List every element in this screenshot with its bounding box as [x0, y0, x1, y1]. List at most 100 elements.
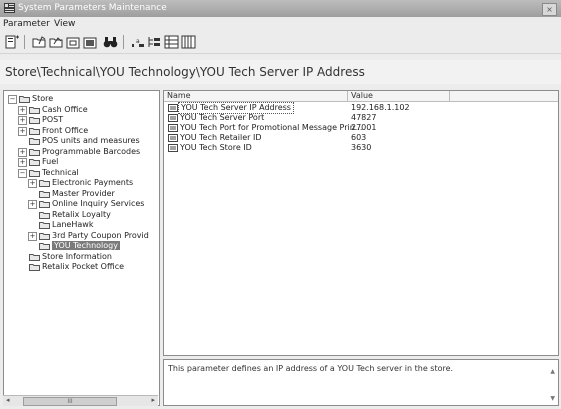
toolbar-separator [123, 35, 124, 49]
paste-icon[interactable] [83, 35, 98, 49]
folder-icon [39, 222, 50, 229]
toolbar-separator [24, 35, 25, 49]
tree-view-icon[interactable] [147, 35, 162, 49]
folder-icon [29, 117, 40, 124]
parameter-icon [168, 124, 178, 132]
parameter-name: YOU Tech Server Port [180, 113, 265, 122]
tree-item-label: Technical [42, 167, 79, 177]
open-icon[interactable] [32, 35, 47, 49]
tree-item-label: 3rd Party Coupon Provid [52, 230, 149, 240]
app-icon [4, 3, 15, 13]
tree-panel[interactable]: − Store + Cash Office + POST + Front Office POS … [3, 90, 160, 406]
expand-icon[interactable]: + [18, 147, 27, 157]
table-row[interactable]: YOU Tech Server Port 47827 [164, 113, 558, 123]
folder-icon [39, 243, 50, 250]
folder-icon [29, 264, 40, 271]
title-bar: System Parameters Maintenance × [0, 0, 561, 17]
description-panel: This parameter defines an IP address of … [163, 359, 559, 406]
parameter-value: 603 [351, 133, 367, 142]
expand-icon[interactable]: + [28, 200, 37, 209]
app-window: System Parameters Maintenance × Paramete… [0, 0, 561, 409]
expand-icon[interactable]: + [18, 105, 27, 115]
folder-icon [29, 253, 40, 261]
folder-icon [39, 201, 50, 208]
scroll-down-icon[interactable]: ▼ [550, 395, 555, 402]
tree-item-label: Programmable Barcodes [42, 146, 141, 156]
folder-icon [29, 159, 40, 166]
tree-item-label: Cash Office [42, 104, 88, 114]
scroll-up-icon[interactable]: ▲ [550, 368, 555, 375]
window-title: System Parameters Maintenance [18, 3, 167, 13]
collapse-icon[interactable]: − [8, 95, 17, 104]
scroll-thumb[interactable]: III [23, 397, 117, 406]
svg-text:a: a [136, 38, 140, 45]
breadcrumb-path: Store\Technical\YOU Technology\YOU Tech … [5, 65, 365, 79]
scroll-right-icon[interactable]: ▸ [151, 396, 155, 404]
tree-item-label: Retalix Loyalty [52, 209, 111, 219]
parameter-icon [168, 144, 178, 152]
store-icon [19, 96, 30, 103]
expand-icon[interactable]: + [18, 158, 27, 167]
tree-item-label: Front Office [42, 125, 89, 135]
table-row[interactable]: YOU Tech Retailer ID 603 [164, 133, 558, 143]
expand-icon[interactable]: + [18, 116, 27, 125]
parameter-value: 27001 [351, 123, 377, 132]
tree-item-label: Retalix Pocket Office [42, 262, 125, 271]
tree-item-label: Store [32, 94, 54, 103]
find-icon[interactable] [103, 35, 118, 49]
copy-icon[interactable] [66, 35, 81, 49]
folder-icon [29, 106, 40, 114]
parameter-name: YOU Tech Port for Promotional Message Pr… [180, 123, 363, 132]
tree-horizontal-scrollbar[interactable]: ◂ III ▸ [3, 395, 158, 406]
parameter-value: 3630 [351, 143, 372, 152]
tree-item-label: Fuel [42, 157, 59, 166]
details-view-icon[interactable] [181, 35, 196, 49]
folder-icon [39, 190, 50, 198]
sort-icon[interactable]: a [130, 35, 145, 49]
folder-icon [29, 127, 40, 135]
close-button[interactable]: × [542, 3, 557, 16]
parameter-name: YOU Tech Store ID [180, 143, 252, 152]
collapse-icon[interactable]: − [18, 168, 27, 178]
folder-icon [39, 211, 50, 219]
expand-icon[interactable]: + [28, 179, 37, 188]
parameter-list: Name Value YOU Tech Server IP Address 192… [163, 90, 559, 356]
folder-icon [29, 138, 40, 145]
description-text: This parameter defines an IP address of … [168, 364, 454, 373]
menu-view[interactable]: View [54, 19, 75, 29]
tree-item-label: Electronic Payments [52, 178, 134, 187]
scroll-left-icon[interactable]: ◂ [6, 396, 10, 404]
parameter-name: YOU Tech Server IP Address [178, 102, 294, 114]
parameter-name: YOU Tech Retailer ID [180, 133, 262, 142]
table-row[interactable]: YOU Tech Store ID 3630 [164, 143, 558, 153]
folder-icon [39, 232, 50, 240]
folder-icon [29, 148, 40, 156]
folder-icon [39, 180, 50, 187]
tree-item-label: LaneHawk [52, 220, 94, 229]
toolbar: a [0, 31, 561, 54]
breadcrumb: Store\Technical\YOU Technology\YOU Tech … [0, 60, 561, 84]
parameter-icon [168, 134, 178, 142]
folder-icon [29, 169, 40, 177]
tree-item-label: YOU Technology [52, 241, 120, 250]
column-header-extra[interactable] [450, 91, 558, 101]
column-header-value[interactable]: Value [348, 91, 450, 101]
expand-icon[interactable]: + [28, 231, 37, 241]
list-view-icon[interactable] [164, 35, 179, 49]
tree-item-label: POST [42, 115, 64, 124]
new-parameter-icon[interactable] [5, 35, 20, 49]
menu-bar: Parameter View [0, 17, 561, 31]
tree-item-label: POS units and measures [42, 136, 140, 145]
column-header-name[interactable]: Name [164, 91, 348, 101]
tree-item-label: Master Provider [52, 188, 115, 198]
parameter-icon [168, 104, 178, 112]
parameter-value: 47827 [351, 113, 377, 122]
parameter-value: 192.168.1.102 [351, 103, 410, 112]
tree-item-label: Online Inquiry Services [52, 199, 145, 208]
table-row[interactable]: YOU Tech Port for Promotional Message Pr… [164, 123, 558, 133]
forward-icon[interactable] [49, 35, 64, 49]
tree-item-label: Store Information [42, 251, 112, 261]
table-row[interactable]: YOU Tech Server IP Address 192.168.1.102 [164, 102, 558, 114]
expand-icon[interactable]: + [18, 126, 27, 136]
menu-parameter[interactable]: Parameter [3, 19, 50, 29]
